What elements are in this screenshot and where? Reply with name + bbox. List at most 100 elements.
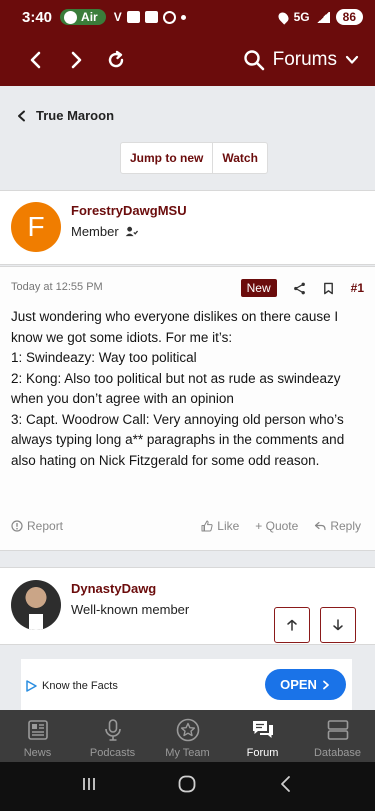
jump-to-new-button[interactable]: Jump to new: [121, 143, 212, 173]
share-button[interactable]: [293, 282, 306, 295]
system-back-button[interactable]: [276, 774, 296, 799]
post-actions: Report Like + Quote Reply: [0, 519, 375, 539]
status-bar: 3:40 Air V 5G 86: [0, 0, 375, 34]
forums-menu-button[interactable]: Forums: [243, 49, 359, 71]
image-notification-icon: [126, 11, 140, 23]
ad-choices-button[interactable]: [25, 679, 37, 697]
watch-button[interactable]: Watch: [212, 143, 267, 173]
tab-label: My Team: [165, 747, 210, 759]
quote-label: + Quote: [255, 519, 299, 533]
star-icon: [176, 718, 199, 742]
database-icon: [327, 720, 348, 740]
chevron-left-icon: [18, 110, 25, 121]
status-time: 3:40: [22, 8, 53, 26]
post-line: Just wondering who everyone dislikes on …: [11, 309, 339, 345]
forward-button[interactable]: [56, 40, 96, 80]
post-body: Today at 12:55 PM New #1 Just wondering …: [0, 266, 375, 551]
notification-icons: V: [114, 10, 186, 24]
recent-apps-button[interactable]: [79, 774, 99, 799]
tab-database[interactable]: Database: [300, 710, 375, 762]
thread-header: True Maroon Jump to new Watch: [0, 86, 375, 190]
post-line: 1: Swindeazy: Way too political: [11, 350, 197, 365]
tab-label: News: [23, 747, 52, 759]
post-number-link[interactable]: #1: [351, 281, 364, 295]
ad-open-button[interactable]: OPEN: [265, 669, 346, 700]
refresh-button[interactable]: [96, 40, 136, 80]
new-badge: New: [240, 279, 277, 297]
ad-open-label: OPEN: [280, 677, 317, 692]
breadcrumb-back-link[interactable]: True Maroon: [16, 108, 114, 123]
back-icon: [280, 776, 290, 792]
tab-news[interactable]: News: [0, 710, 75, 762]
user-title: Member: [71, 224, 138, 239]
network-label: 5G: [293, 10, 310, 24]
system-navigation-bar: [0, 762, 375, 811]
report-label: Report: [27, 519, 64, 533]
back-button[interactable]: [16, 40, 56, 80]
like-button[interactable]: Like: [201, 519, 239, 533]
post-meta: New #1: [240, 279, 364, 297]
air-dot-icon: [64, 10, 78, 24]
signal-icon: [315, 11, 330, 23]
reply-label: Reply: [330, 519, 361, 533]
home-icon: [179, 775, 196, 793]
report-button[interactable]: Report: [11, 519, 63, 533]
post-actions-right: Like + Quote Reply: [201, 519, 361, 533]
status-right: 5G 86: [276, 9, 363, 25]
scroll-up-button[interactable]: [274, 607, 310, 643]
user-badge-icon: [125, 226, 138, 237]
home-button[interactable]: [177, 774, 197, 799]
chevron-down-icon: [345, 55, 359, 64]
tab-label: Database: [313, 747, 362, 759]
share-icon: [293, 282, 305, 294]
chevron-right-icon: [323, 680, 329, 689]
report-icon: [11, 520, 23, 532]
ad-banner[interactable]: Know the Facts OPEN: [21, 659, 352, 710]
user-title-text: Well-known member: [71, 602, 190, 617]
ad-container: Know the Facts OPEN: [0, 645, 375, 710]
tab-podcasts[interactable]: Podcasts: [75, 710, 150, 762]
microphone-icon: [104, 719, 121, 741]
tab-my-team[interactable]: My Team: [150, 710, 225, 762]
quote-button[interactable]: + Quote: [255, 519, 298, 533]
avatar-shirt: [29, 614, 43, 630]
app-notification-icon: [144, 11, 158, 23]
forums-label: Forums: [272, 49, 337, 70]
scroll-buttons: [274, 607, 356, 643]
avatar[interactable]: F: [11, 202, 61, 252]
username-link[interactable]: ForestryDawgMSU: [71, 203, 187, 218]
avatar[interactable]: [11, 580, 61, 630]
ad-text: Know the Facts: [42, 680, 118, 692]
chevron-left-icon: [30, 51, 41, 69]
ad-choices-icon: [26, 680, 37, 692]
username-link[interactable]: DynastyDawg: [71, 581, 156, 596]
reply-icon: [315, 521, 326, 531]
air-label: Air: [81, 10, 98, 24]
chevron-right-icon: [71, 51, 82, 69]
post-line: 2: Kong: Also too political but not as r…: [11, 370, 341, 407]
search-icon: [243, 50, 264, 71]
app-bar: Forums: [0, 34, 375, 86]
tab-label: Forum: [246, 747, 279, 759]
post-message: Just wondering who everyone dislikes on …: [11, 307, 367, 471]
bottom-tab-bar: News Podcasts My Team Forum Database: [0, 710, 375, 762]
thumbs-up-icon: [201, 520, 213, 532]
ring-notification-icon: [162, 10, 176, 24]
location-icon: [276, 9, 291, 25]
arrow-up-icon: [287, 619, 297, 631]
post-date[interactable]: Today at 12:55 PM: [11, 281, 103, 293]
battery-indicator: 86: [335, 9, 363, 25]
bookmark-button[interactable]: [322, 282, 335, 295]
post-user-block: F ForestryDawgMSU Member: [0, 190, 375, 265]
more-notifications-dot-icon: [180, 14, 186, 20]
forum-icon: [252, 721, 273, 738]
news-icon: [27, 720, 48, 740]
user-title-text: Member: [71, 224, 119, 239]
carrier-glyph: V: [113, 10, 122, 24]
tab-forum[interactable]: Forum: [225, 710, 300, 762]
reply-button[interactable]: Reply: [314, 519, 361, 533]
bookmark-icon: [323, 282, 333, 294]
scroll-down-button[interactable]: [320, 607, 356, 643]
air-indicator: Air: [60, 9, 106, 25]
refresh-icon: [108, 50, 124, 68]
